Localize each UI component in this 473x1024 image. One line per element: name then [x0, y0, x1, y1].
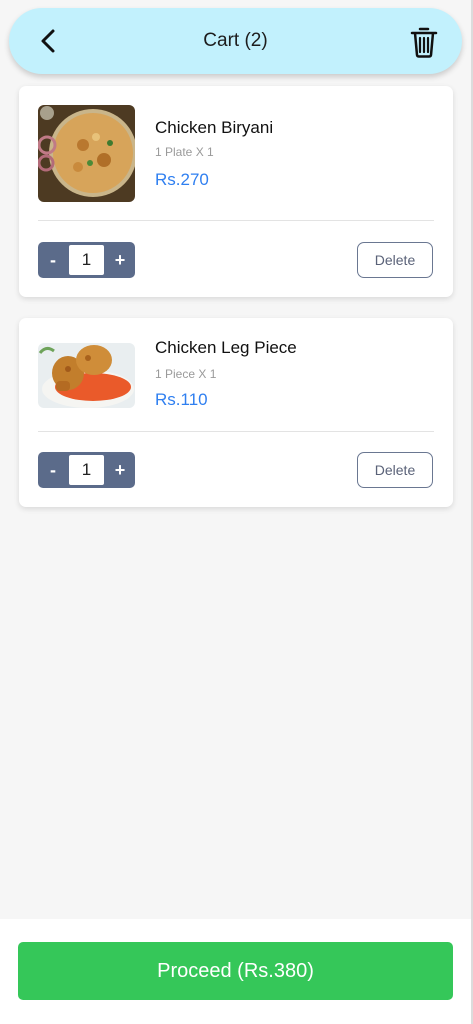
- page-title: Cart (2): [203, 30, 268, 51]
- proceed-button[interactable]: Proceed (Rs.380): [18, 942, 453, 1000]
- quantity-stepper: - 1 +: [38, 242, 135, 278]
- item-price: Rs.270: [155, 170, 209, 189]
- delete-item-button[interactable]: Delete: [357, 452, 433, 488]
- decrease-quantity-button[interactable]: -: [38, 242, 68, 278]
- chicken-leg-photo[interactable]: [38, 343, 135, 408]
- item-price: Rs.110: [155, 390, 208, 409]
- decrease-quantity-button[interactable]: -: [38, 452, 68, 488]
- item-portion: 1 Plate X 1: [155, 145, 214, 159]
- item-divider: [38, 431, 434, 432]
- biryani-photo[interactable]: [38, 105, 135, 202]
- quantity-value[interactable]: 1: [69, 455, 104, 485]
- clear-cart-button[interactable]: [410, 26, 438, 58]
- increase-quantity-button[interactable]: +: [105, 452, 135, 488]
- cart-header: Cart (2): [9, 8, 462, 74]
- item-name: Chicken Biryani: [155, 118, 274, 137]
- increase-quantity-button[interactable]: +: [105, 242, 135, 278]
- cart-item-card: Chicken Biryani 1 Plate X 1 Rs.270 - 1 +…: [19, 86, 453, 297]
- item-divider: [38, 220, 434, 221]
- quantity-value[interactable]: 1: [69, 245, 104, 275]
- cart-screen: Cart (2) Chicken Biryani 1 Plate X 1 Rs.…: [0, 0, 473, 1024]
- trash-icon: [410, 27, 438, 58]
- cart-item-card: Chicken Leg Piece 1 Piece X 1 Rs.110 - 1…: [19, 318, 453, 507]
- checkout-bar: Proceed (Rs.380): [0, 919, 471, 1024]
- item-portion: 1 Piece X 1: [155, 367, 217, 381]
- quantity-stepper: - 1 +: [38, 452, 135, 488]
- delete-item-button[interactable]: Delete: [357, 242, 433, 278]
- item-name: Chicken Leg Piece: [155, 338, 297, 357]
